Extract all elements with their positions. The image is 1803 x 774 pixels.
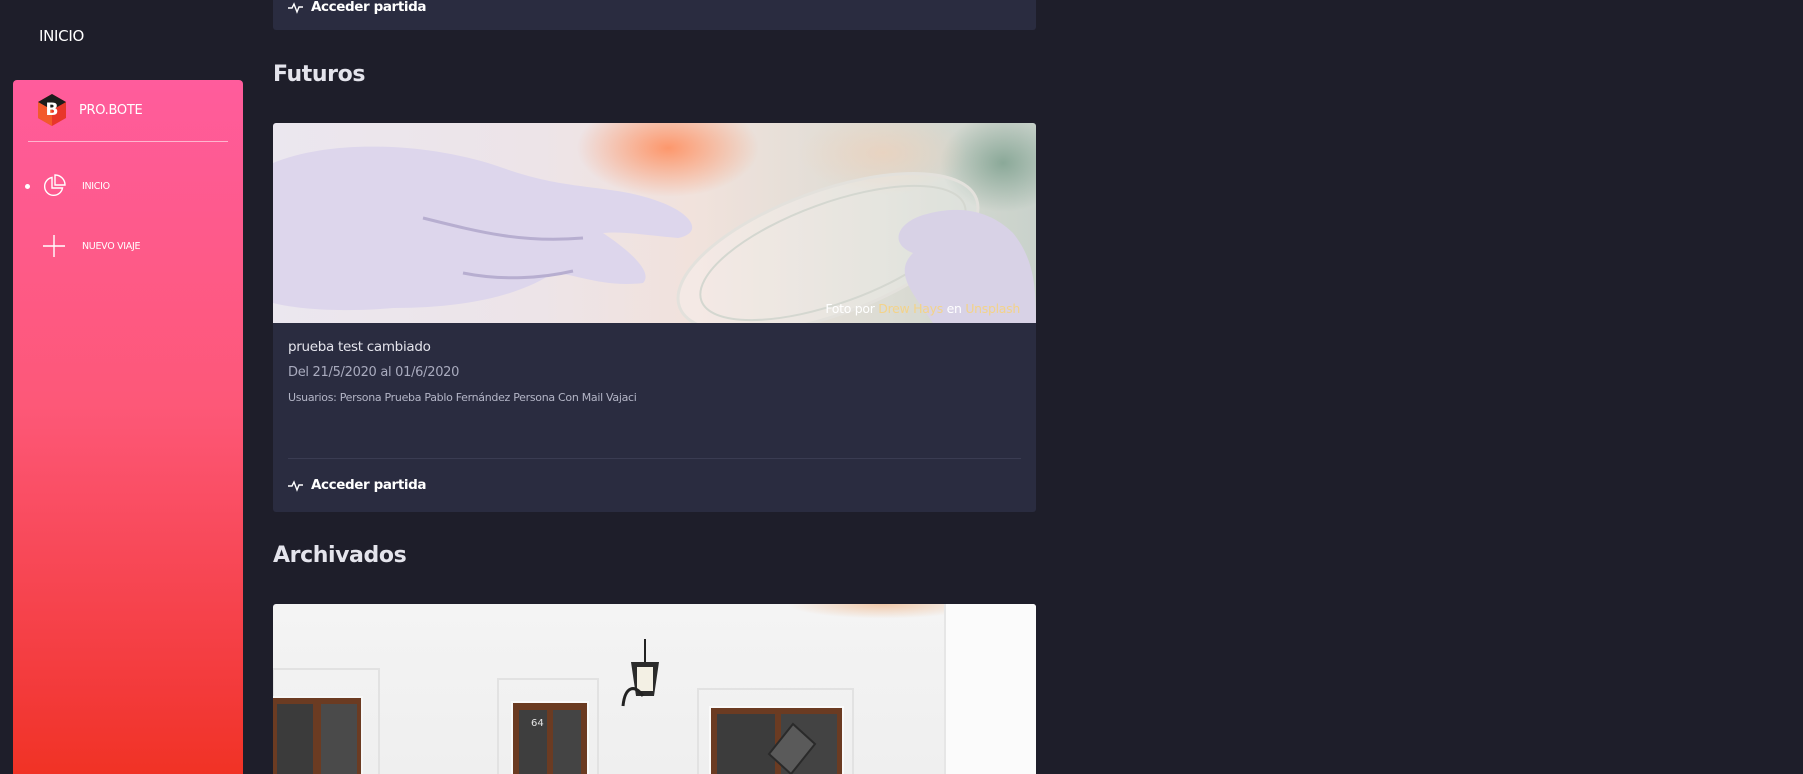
plus-icon xyxy=(43,235,65,257)
brand-name: PRO.BOTE xyxy=(79,102,143,118)
trip-name: prueba test cambiado xyxy=(288,339,431,355)
credit-author-link[interactable]: Drew Hays xyxy=(878,301,943,316)
trip-card: 64 xyxy=(273,604,1036,774)
trip-card: Foto por Drew Hays en Unsplash prueba te… xyxy=(273,123,1036,512)
svg-text:64: 64 xyxy=(531,718,544,729)
sidebar-item-label: NUEVO VIAJE xyxy=(82,240,141,252)
credit-prefix: Foto por xyxy=(825,301,875,316)
sidebar-item-nuevo-viaje[interactable]: NUEVO VIAJE xyxy=(13,226,243,266)
brand-divider xyxy=(28,141,228,142)
section-title-futuros: Futuros xyxy=(273,62,366,87)
access-game-label: Acceder partida xyxy=(311,0,427,15)
brand[interactable]: B PRO.BOTE xyxy=(35,92,143,128)
credit-site-link[interactable]: Unsplash xyxy=(965,301,1020,316)
section-title-archivados: Archivados xyxy=(273,543,407,568)
sidebar-item-inicio[interactable]: INICIO xyxy=(13,166,243,206)
trip-card: Acceder partida xyxy=(273,0,1036,30)
brand-logo-letter: B xyxy=(46,100,59,120)
active-indicator xyxy=(25,183,30,189)
access-game-label: Acceder partida xyxy=(311,477,427,493)
pulse-icon xyxy=(288,1,303,14)
pie-chart-icon xyxy=(43,174,66,197)
access-game-link[interactable]: Acceder partida xyxy=(288,0,426,15)
trip-cover-image: 64 xyxy=(273,604,1036,774)
sidebar-item-label: INICIO xyxy=(82,180,110,192)
access-game-link[interactable]: Acceder partida xyxy=(288,477,426,493)
card-divider xyxy=(288,458,1021,459)
house-facade-illustration: 64 xyxy=(273,604,1036,774)
pulse-icon xyxy=(288,479,303,492)
trip-dates: Del 21/5/2020 al 01/6/2020 xyxy=(288,365,460,380)
credit-middle: en xyxy=(946,301,962,316)
gloves-petri-dish-illustration xyxy=(273,146,1036,334)
trip-cover-image: Foto por Drew Hays en Unsplash xyxy=(273,123,1036,334)
brand-logo-icon: B xyxy=(38,94,66,126)
trip-users: Usuarios: Persona Prueba Pablo Fernández… xyxy=(288,391,637,404)
sidebar: B PRO.BOTE INICIO NUEVO VIAJE xyxy=(13,80,243,774)
page-header-title: INICIO xyxy=(39,27,84,45)
photo-credit: Foto por Drew Hays en Unsplash xyxy=(825,301,1020,316)
